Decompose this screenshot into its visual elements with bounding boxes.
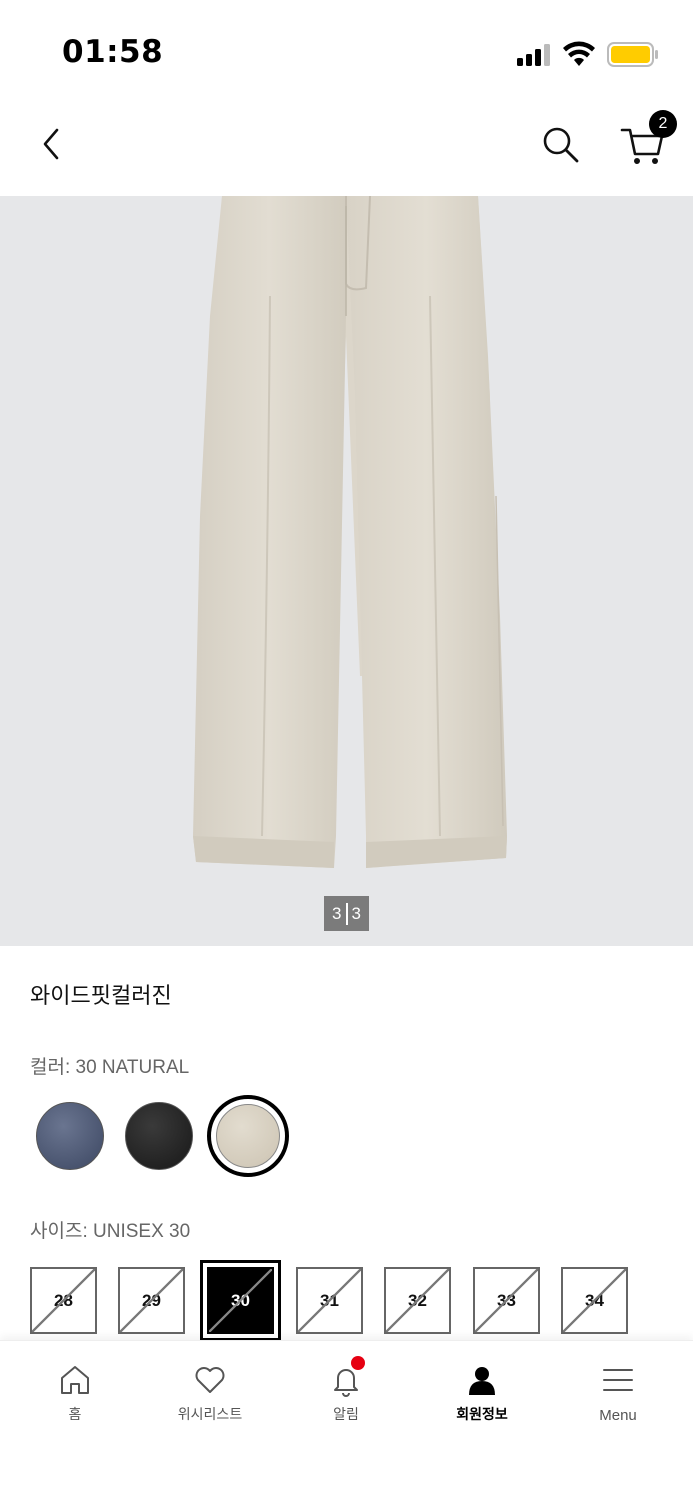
color-swatch-navy[interactable] <box>36 1102 104 1170</box>
cart-count-badge: 2 <box>649 110 677 138</box>
unavailable-slash-icon <box>298 1269 361 1332</box>
battery-icon <box>607 42 658 67</box>
product-image[interactable]: 3 3 <box>0 196 693 946</box>
search-icon[interactable] <box>540 124 582 166</box>
size-label: 사이즈: UNISEX 30 <box>30 1221 191 1242</box>
tab-member[interactable]: 회원정보 <box>413 1341 551 1441</box>
size-option-31[interactable]: 31 <box>296 1267 363 1334</box>
nav-header: 2 <box>0 100 693 196</box>
size-option-34[interactable]: 34 <box>561 1267 628 1334</box>
image-current-page: 3 <box>332 903 342 923</box>
cellular-signal-icon <box>517 44 553 66</box>
cart-button[interactable]: 2 <box>618 110 678 168</box>
image-page-indicator: 3 3 <box>324 896 369 931</box>
tab-menu-label: Menu <box>599 1407 637 1424</box>
size-option-30[interactable]: 30 <box>200 1260 281 1341</box>
tab-member-label: 회원정보 <box>456 1407 508 1423</box>
bell-icon-wrap <box>329 1356 365 1397</box>
notification-dot <box>351 1356 365 1370</box>
home-icon <box>61 1366 89 1394</box>
tab-home[interactable]: 홈 <box>6 1341 144 1441</box>
unavailable-slash-icon <box>120 1269 183 1332</box>
unavailable-slash-icon <box>475 1269 538 1332</box>
bottom-tab-bar: 홈 위시리스트 알림 회원정보 Menu <box>0 1340 693 1500</box>
status-time: 01:58 <box>62 34 164 70</box>
tab-home-label: 홈 <box>68 1407 82 1423</box>
color-swatch-natural-fill <box>216 1104 280 1168</box>
heart-icon <box>195 1367 225 1393</box>
product-name: 와이드핏컬러진 <box>30 984 172 1009</box>
back-icon[interactable] <box>34 124 70 164</box>
product-photo-pants <box>193 196 507 868</box>
size-option-33[interactable]: 33 <box>473 1267 540 1334</box>
color-label: 컬러: 30 NATURAL <box>30 1057 190 1078</box>
unavailable-slash-icon <box>563 1269 626 1332</box>
wifi-icon <box>563 41 595 66</box>
unavailable-slash-icon <box>386 1269 449 1332</box>
color-swatch-natural[interactable] <box>207 1095 289 1177</box>
status-bar: 01:58 <box>0 0 693 100</box>
image-total-pages: 3 <box>351 903 361 923</box>
person-icon <box>469 1367 495 1395</box>
page-separator <box>345 902 348 925</box>
unavailable-slash-icon <box>209 1269 272 1332</box>
tab-wishlist-label: 위시리스트 <box>177 1407 243 1423</box>
size-option-28[interactable]: 28 <box>30 1267 97 1334</box>
tab-alerts-label: 알림 <box>333 1407 359 1423</box>
size-option-29[interactable]: 29 <box>118 1267 185 1334</box>
color-swatch-black[interactable] <box>125 1102 193 1170</box>
tab-alerts[interactable]: 알림 <box>277 1341 415 1441</box>
unavailable-slash-icon <box>32 1269 95 1332</box>
tab-menu[interactable]: Menu <box>549 1341 687 1441</box>
tab-wishlist[interactable]: 위시리스트 <box>141 1341 279 1441</box>
hamburger-icon <box>603 1369 633 1391</box>
size-option-32[interactable]: 32 <box>384 1267 451 1334</box>
